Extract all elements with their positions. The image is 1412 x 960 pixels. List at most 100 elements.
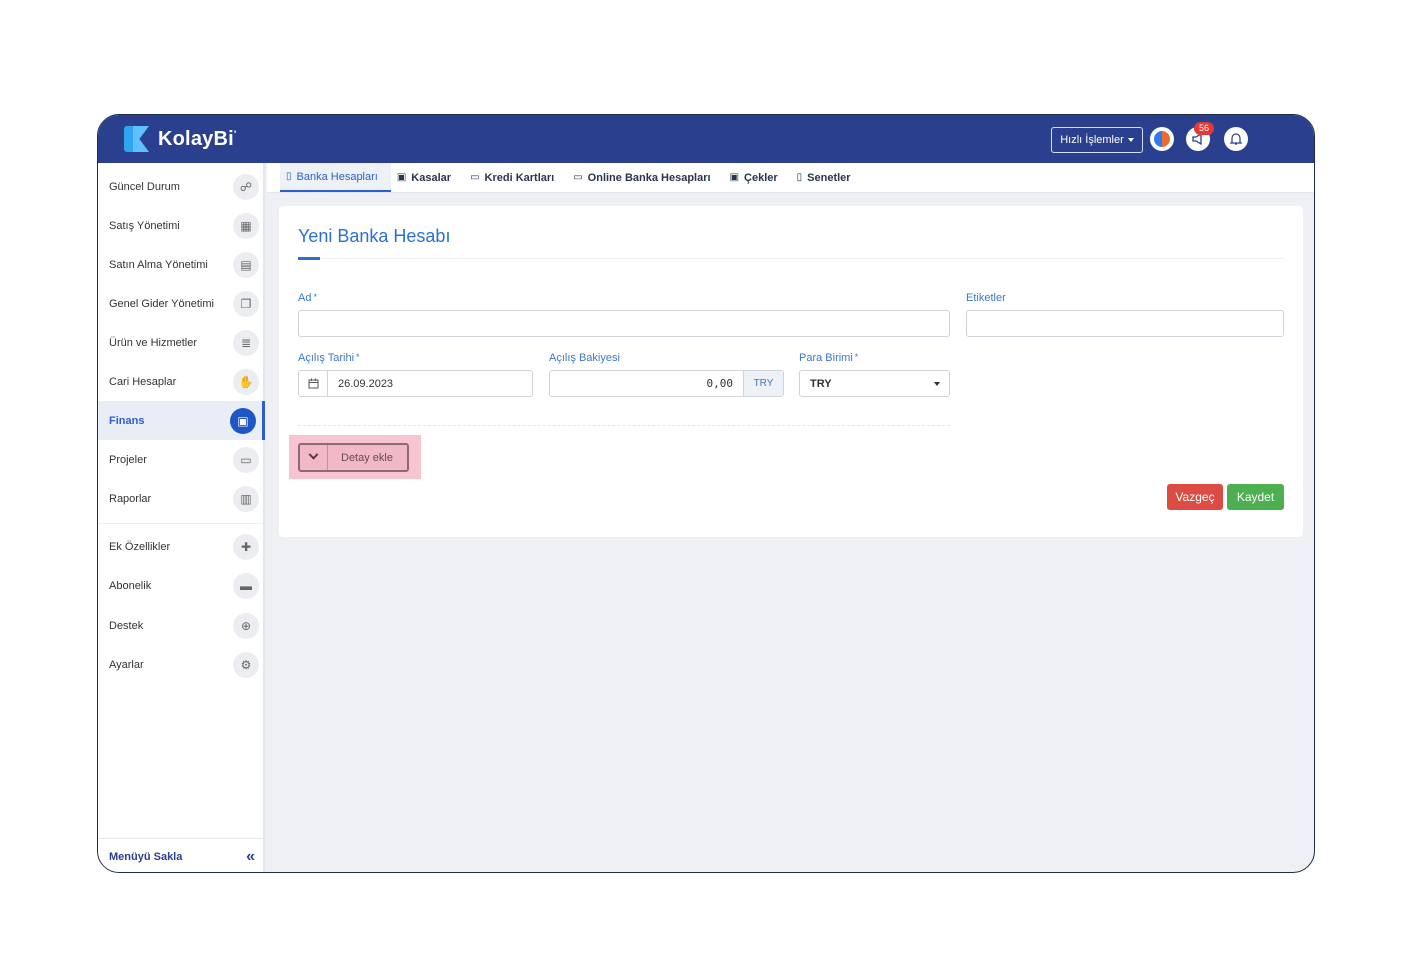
opening-date-value: 26.09.2023 — [338, 377, 394, 390]
bell-icon — [1229, 133, 1243, 145]
save-button[interactable]: Kaydet — [1227, 484, 1284, 510]
sidebar-item-label: Finans — [109, 414, 145, 427]
sidebar-item-satin-alma[interactable]: Satın Alma Yönetimi ▤ — [98, 245, 265, 284]
caret-down-icon — [1127, 138, 1134, 142]
calendar-icon[interactable] — [299, 371, 328, 396]
name-input[interactable] — [298, 310, 950, 337]
sidebar-item-label: Destek — [109, 619, 144, 632]
double-chevron-left-icon: « — [246, 847, 255, 865]
required-mark: * — [854, 352, 859, 362]
page-title: Yeni Banka Hesabı — [298, 226, 451, 246]
name-label: Ad * — [298, 292, 317, 304]
note-icon: ▯ — [796, 172, 803, 183]
tab-kredi-kartlari[interactable]: ▭ Kredi Kartları — [464, 163, 567, 192]
sidebar-item-label: Genel Gider Yönetimi — [109, 297, 214, 310]
money-icon: ▣ — [729, 172, 740, 183]
finance-tabs: ▯ Banka Hesapları ▣ Kasalar ▭ Kredi Kart… — [267, 163, 1314, 193]
sidebar-item-raporlar[interactable]: Raporlar ▥ — [98, 479, 265, 518]
lifebuoy-icon: ⊕ — [233, 612, 259, 639]
sidebar-item-destek[interactable]: Destek ⊕ — [98, 606, 265, 645]
sidebar-divider — [98, 523, 263, 524]
form-divider — [298, 425, 950, 426]
tab-banka-hesaplari[interactable]: ▯ Banka Hesapları — [280, 163, 391, 192]
opening-date-label: Açılış Tarihi * — [298, 352, 360, 364]
sidebar-item-label: Cari Hesaplar — [109, 375, 177, 388]
laptop-icon: ▭ — [573, 172, 583, 183]
dashboard-icon: ☍ — [233, 173, 259, 200]
credit-card-icon: ▭ — [470, 172, 480, 183]
copy-icon: ❐ — [233, 290, 259, 317]
sidebar-item-label: Ayarlar — [109, 658, 144, 671]
tab-kasalar[interactable]: ▣ Kasalar — [391, 163, 464, 192]
opening-date-input[interactable]: 26.09.2023 — [298, 370, 533, 397]
tab-label: Banka Hesapları — [296, 170, 378, 183]
sidebar-item-label: Satış Yönetimi — [109, 219, 180, 232]
tags-label: Etiketler — [966, 292, 1006, 304]
sidebar-item-label: Güncel Durum — [109, 180, 180, 193]
logo-icon — [124, 126, 150, 152]
sidebar-item-label: Satın Alma Yönetimi — [109, 258, 208, 271]
currency-label: Para Birimi * — [799, 352, 859, 364]
add-detail-label: Detay ekle — [341, 451, 393, 464]
sidebar-item-projeler[interactable]: Projeler ▭ — [98, 440, 265, 479]
caret-down-icon — [934, 381, 940, 386]
sidebar-item-label: Projeler — [109, 453, 147, 466]
tab-label: Online Banka Hesapları — [587, 171, 711, 184]
app-logo-icon — [1154, 131, 1170, 147]
folder-icon: ▭ — [233, 446, 259, 473]
sidebar-item-guncel-durum[interactable]: Güncel Durum ☍ — [98, 167, 265, 206]
title-underline — [298, 257, 320, 260]
required-mark: * — [313, 292, 317, 302]
sidebar-item-genel-gider[interactable]: Genel Gider Yönetimi ❐ — [98, 284, 265, 323]
chevron-down-icon — [300, 445, 328, 470]
tab-label: Senetler — [807, 171, 851, 184]
tab-label: Kasalar — [411, 171, 452, 184]
sidebar-item-finans[interactable]: Finans ▣ — [98, 401, 265, 440]
tab-cekler[interactable]: ▣ Çekler — [724, 163, 791, 192]
sidebar-item-abonelik[interactable]: Abonelik ▬ — [98, 566, 265, 605]
opening-balance-value: 0,00 — [706, 377, 734, 390]
new-bank-account-form: Yeni Banka Hesabı Ad * Etiketler Açılış T… — [279, 206, 1303, 537]
quick-actions-label: Hızlı İşlemler — [1060, 134, 1124, 146]
opening-balance-label: Açılış Bakiyesi — [549, 352, 620, 364]
top-bar: KolayBi' Hızlı İşlemler 56 — [98, 115, 1314, 163]
sidebar-item-ek-ozellikler[interactable]: Ek Özellikler ✚ — [98, 527, 265, 566]
currency-select[interactable]: TRY — [799, 370, 950, 397]
app-switcher-button[interactable] — [1150, 127, 1174, 151]
tab-online-banka-hesaplari[interactable]: ▭ Online Banka Hesapları — [567, 163, 723, 192]
document-icon: ▤ — [233, 251, 259, 278]
sidebar-item-label: Ek Özellikler — [109, 540, 171, 553]
credit-card-icon: ▬ — [233, 572, 259, 599]
required-mark: * — [356, 352, 360, 362]
puzzle-icon: ✚ — [233, 533, 259, 560]
tab-label: Çekler — [744, 171, 778, 184]
sidebar-item-satis-yonetimi[interactable]: Satış Yönetimi ▦ — [98, 206, 265, 245]
add-detail-button[interactable]: Detay ekle — [298, 443, 409, 472]
title-divider — [298, 258, 1284, 259]
brand-name: KolayBi' — [158, 127, 237, 150]
sidebar-item-cari-hesaplar[interactable]: Cari Hesaplar ✋ — [98, 362, 265, 401]
cancel-button[interactable]: Vazgeç — [1167, 484, 1223, 510]
balance-currency-addon: TRY — [743, 371, 783, 396]
calculator-icon: ▦ — [233, 212, 259, 239]
tab-senetler[interactable]: ▯ Senetler — [791, 163, 864, 192]
hide-menu-button[interactable]: Menüyü Sakla « — [98, 838, 263, 872]
hide-menu-label: Menüyü Sakla — [109, 850, 183, 863]
money-icon: ▣ — [230, 407, 256, 434]
sidebar-item-urun-hizmetler[interactable]: Ürün ve Hizmetler ≣ — [98, 323, 265, 362]
notification-badge: 56 — [1194, 122, 1215, 135]
sidebar-item-label: Raporlar — [109, 492, 152, 505]
sidebar-item-label: Abonelik — [109, 579, 152, 592]
sidebar: Güncel Durum ☍ Satış Yönetimi ▦ Satın Al… — [98, 163, 265, 872]
app-window: KolayBi' Hızlı İşlemler 56 Güncel Durum … — [97, 114, 1315, 873]
currency-value: TRY — [810, 377, 832, 390]
opening-balance-input[interactable]: 0,00 TRY — [549, 370, 784, 397]
database-icon: ≣ — [233, 329, 259, 356]
tags-input[interactable] — [966, 310, 1284, 337]
quick-actions-button[interactable]: Hızlı İşlemler — [1051, 127, 1143, 153]
brand-logo[interactable]: KolayBi' — [124, 126, 236, 152]
cash-icon: ▣ — [396, 172, 407, 183]
sidebar-item-ayarlar[interactable]: Ayarlar ⚙ — [98, 645, 265, 684]
notifications-button[interactable] — [1224, 127, 1248, 151]
handshake-icon: ✋ — [233, 368, 259, 395]
